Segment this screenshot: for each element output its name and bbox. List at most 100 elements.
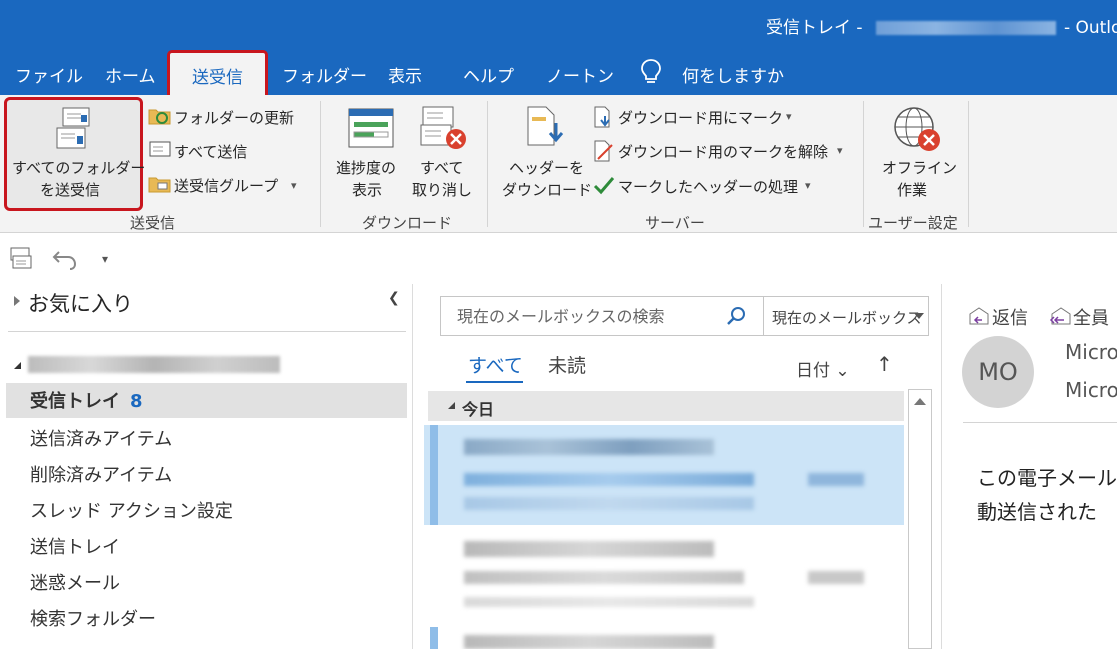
- send-receive-all-label-2: を送受信: [40, 181, 101, 199]
- collapse-triangle-icon: [448, 402, 455, 409]
- sort-label: 日付: [796, 361, 830, 381]
- progress-icon: [348, 108, 394, 148]
- unread-bar: [430, 627, 438, 649]
- cancel-all-label-2: 取り消し: [412, 181, 473, 199]
- send-receive-quick-icon[interactable]: [9, 246, 33, 270]
- divider: [963, 422, 1117, 423]
- chevron-down-icon: ▾: [837, 144, 843, 157]
- folder-deleted-items[interactable]: 削除済みアイテム: [30, 461, 172, 487]
- redacted-account: [875, 21, 1056, 35]
- redacted-account-name[interactable]: [28, 356, 280, 373]
- mail-item[interactable]: [424, 627, 904, 649]
- tab-folder[interactable]: フォルダー: [282, 62, 367, 87]
- quick-access-toolbar: ▾: [0, 234, 1117, 284]
- redacted-subject: [464, 473, 754, 486]
- collapse-triangle-icon[interactable]: [14, 362, 21, 369]
- search-icon[interactable]: [726, 306, 746, 326]
- send-receive-all-folders-button[interactable]: すべてのフォルダー を送受信: [4, 97, 146, 211]
- mail-item[interactable]: [424, 425, 904, 525]
- ribbon: すべてのフォルダー を送受信 フォルダーの更新 すべて送信 送受信グループ ▾ …: [0, 95, 1117, 233]
- window-title-prefix: 受信トレイ -: [766, 18, 868, 38]
- unmark-download-icon: [594, 140, 613, 162]
- send-receive-groups-label: 送受信グループ: [174, 177, 279, 195]
- sort-direction-icon[interactable]: ↑: [876, 352, 893, 376]
- ribbon-divider: [320, 101, 321, 227]
- folder-junk-email[interactable]: 迷惑メール: [30, 569, 120, 595]
- show-progress-label-2: 表示: [352, 181, 383, 199]
- reply-label: 返信: [992, 308, 1028, 329]
- filter-unread-tab[interactable]: 未読: [548, 351, 586, 378]
- redacted-preview: [464, 497, 754, 510]
- chevron-down-icon: [914, 313, 924, 319]
- mark-to-download-label: ダウンロード用にマーク: [618, 109, 784, 127]
- redacted-sender: [464, 541, 714, 557]
- group-label-preferences: ユーザー設定: [868, 214, 958, 232]
- reply-all-label: 全員: [1073, 308, 1109, 329]
- send-receive-all-label-1: すべてのフォルダー: [12, 159, 146, 177]
- search-input[interactable]: [441, 297, 761, 335]
- window-title-suffix: - Outlo: [1063, 18, 1117, 38]
- download-headers-icon: [527, 106, 564, 146]
- chevron-down-icon: ⌄: [835, 361, 850, 381]
- group-label: 今日: [462, 400, 495, 419]
- tab-home[interactable]: ホーム: [105, 62, 156, 87]
- redacted-time: [808, 473, 864, 486]
- folder-search-folders[interactable]: 検索フォルダー: [30, 605, 156, 631]
- tell-me-search[interactable]: 何をしますか: [682, 62, 784, 87]
- redacted-preview: [464, 597, 754, 607]
- folder-conversation-action-settings[interactable]: スレッド アクション設定: [30, 497, 233, 523]
- filter-all-tab[interactable]: すべて: [468, 351, 523, 378]
- download-headers-label-1: ヘッダーを: [509, 159, 585, 177]
- send-receive-all-icon: [56, 107, 90, 149]
- ribbon-divider: [968, 101, 969, 227]
- checkmark-icon: [593, 177, 615, 195]
- chevron-down-icon: ▾: [805, 179, 811, 192]
- search-scope-label: 現在のメールボックス: [772, 309, 922, 327]
- folder-pane: お気に入り ❮ 受信トレイ 8 送信済みアイテム 削除済みアイテム スレッド アク…: [0, 284, 413, 649]
- undo-icon[interactable]: [52, 248, 78, 270]
- mail-item[interactable]: [424, 529, 904, 629]
- folder-group-icon: [148, 177, 171, 193]
- tab-send-receive[interactable]: 送受信: [167, 50, 268, 95]
- reply-all-icon: [1049, 307, 1071, 325]
- cancel-all-icon: [420, 106, 466, 149]
- chevron-down-icon: ▾: [786, 110, 792, 123]
- group-label-download: ダウンロード: [362, 214, 453, 232]
- scrollbar[interactable]: [908, 389, 932, 649]
- search-box: 現在のメールボックス: [440, 296, 929, 336]
- group-header-today[interactable]: 今日: [428, 391, 904, 421]
- unmark-to-download-label: ダウンロード用のマークを解除: [618, 143, 829, 161]
- work-offline-label-1: オフライン: [882, 159, 958, 177]
- search-scope-dropdown[interactable]: 現在のメールボックス: [763, 297, 929, 335]
- tab-help[interactable]: ヘルプ: [463, 62, 514, 87]
- mark-download-icon: [594, 106, 610, 128]
- folder-label: 受信トレイ: [30, 391, 120, 412]
- message-body-line: 動送信された: [977, 500, 1097, 524]
- group-label-send-receive: 送受信: [130, 214, 176, 232]
- tab-view[interactable]: 表示: [388, 62, 422, 87]
- expand-triangle-icon[interactable]: [14, 296, 20, 306]
- avatar: MO: [962, 336, 1034, 408]
- redacted-time: [808, 571, 864, 584]
- tab-norton[interactable]: ノートン: [546, 62, 614, 87]
- folder-inbox[interactable]: 受信トレイ 8: [6, 383, 407, 418]
- redacted-sender: [464, 439, 714, 455]
- sender-address: Micro: [1065, 378, 1117, 402]
- update-folder-label: フォルダーの更新: [174, 109, 295, 127]
- collapse-pane-icon[interactable]: ❮: [388, 290, 400, 306]
- customize-toolbar-icon[interactable]: ▾: [102, 252, 108, 266]
- group-label-server: サーバー: [645, 214, 705, 232]
- message-list-pane: 現在のメールボックス すべて 未読 日付 ⌄ ↑ 今日: [414, 284, 942, 649]
- folder-outbox[interactable]: 送信トレイ: [30, 533, 120, 559]
- reply-icon: [969, 307, 989, 325]
- folder-sent-items[interactable]: 送信済みアイテム: [30, 425, 172, 451]
- lightbulb-icon: [641, 59, 661, 83]
- download-headers-label-2: ダウンロード: [502, 181, 593, 199]
- favorites-header[interactable]: お気に入り: [28, 288, 133, 318]
- scroll-up-arrow-icon[interactable]: [914, 398, 926, 405]
- divider: [8, 331, 406, 332]
- ribbon-tabs: ファイル ホーム 送受信 フォルダー 表示 ヘルプ ノートン 何をしますか: [0, 48, 1117, 95]
- tab-file[interactable]: ファイル: [15, 62, 83, 87]
- sort-by-date-button[interactable]: 日付 ⌄: [796, 356, 850, 381]
- process-marked-headers-label: マークしたヘッダーの処理: [618, 178, 799, 196]
